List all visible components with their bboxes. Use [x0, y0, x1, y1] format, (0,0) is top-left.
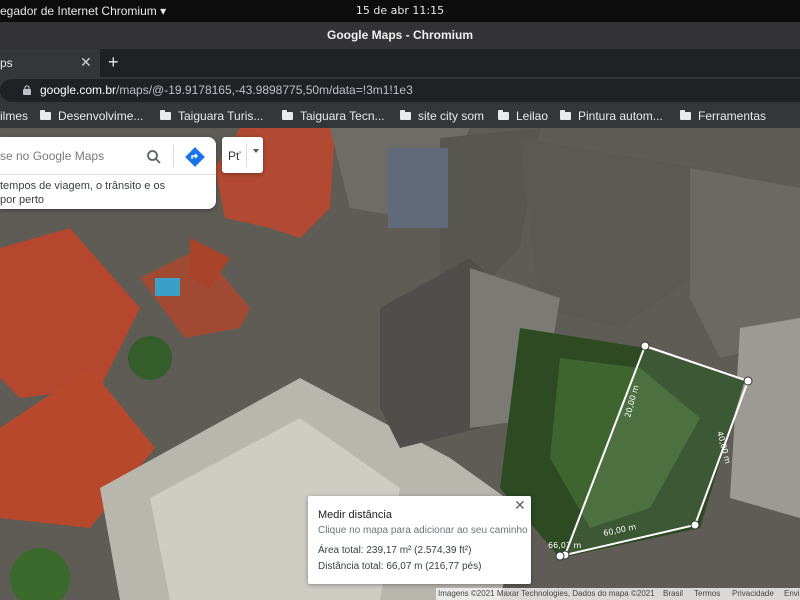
total-distance: Distância total: 66,07 m (216,77 pés) [318, 561, 482, 572]
tab-close-icon[interactable]: ✕ [80, 54, 92, 71]
divider [246, 143, 247, 167]
new-tab-button[interactable]: + [108, 52, 119, 73]
search-panel: se no Google Maps tempos de viagem, o tr… [0, 137, 216, 209]
bookmark-folder[interactable]: Taiguara Turis... [160, 109, 263, 123]
folder-icon [400, 110, 411, 120]
browser-toolbar: google.com.br/maps/@-19.9178165,-43.9898… [0, 77, 800, 104]
folder-icon [160, 110, 171, 120]
measure-distance-card: ✕ Medir distância Clique no mapa para ad… [308, 496, 531, 584]
distance-label: 66,07 m [548, 541, 581, 550]
os-clock[interactable]: 15 de abr 11:15 [0, 4, 800, 17]
pool [155, 278, 180, 296]
close-icon[interactable]: ✕ [514, 497, 526, 514]
tab-strip: ps ✕ + [0, 49, 800, 77]
language-button[interactable]: Pť [222, 137, 263, 173]
search-icon[interactable] [146, 149, 162, 165]
measure-point[interactable] [690, 520, 700, 530]
measure-point[interactable] [555, 551, 565, 561]
bookmark-folder[interactable]: Desenvolvime... [40, 109, 143, 123]
terms-link[interactable]: Termos [694, 589, 720, 598]
bookmark-folder[interactable]: Taiguara Tecn... [282, 109, 385, 123]
folder-icon [498, 110, 509, 120]
measure-point[interactable] [743, 376, 753, 386]
chevron-down-icon[interactable] [253, 149, 259, 153]
divider [173, 145, 174, 167]
measure-title: Medir distância [318, 509, 392, 521]
bookmark-folder[interactable]: site city som [400, 109, 484, 123]
search-hint: tempos de viagem, o trânsito e os por pe… [0, 180, 166, 206]
url-host: google.com.br [40, 83, 117, 97]
divider [0, 174, 216, 175]
address-bar[interactable]: google.com.br/maps/@-19.9178165,-43.9898… [0, 79, 800, 102]
search-input[interactable]: se no Google Maps [0, 149, 104, 163]
imagery-attribution: Imagens ©2021 Maxar Technologies, Dados … [438, 589, 655, 598]
bookmark-folder[interactable]: Pintura autom... [560, 109, 663, 123]
language-label: Pť [228, 149, 241, 163]
feedback-link[interactable]: Envi [784, 589, 800, 598]
measure-point[interactable] [640, 341, 650, 351]
building [730, 318, 800, 518]
privacy-link[interactable]: Privacidade [732, 589, 774, 598]
solar-panel [388, 148, 448, 228]
bookmark-folder[interactable]: Leilao [498, 109, 548, 123]
bookmarks-bar: ilmes Desenvolvime... Taiguara Turis... … [0, 104, 800, 128]
lock-icon [23, 85, 31, 95]
tab-google-maps[interactable]: ps ✕ [0, 49, 100, 77]
map-footer: Imagens ©2021 Maxar Technologies, Dados … [436, 588, 800, 600]
bookmark-item[interactable]: ilmes [0, 109, 28, 123]
bookmark-folder[interactable]: Ferramentas [680, 109, 766, 123]
window-title: Google Maps - Chromium [0, 22, 800, 49]
country-link[interactable]: Brasil [663, 589, 683, 598]
url-path: /maps/@-19.9178165,-43.9898775,50m/data=… [116, 83, 413, 97]
folder-icon [282, 110, 293, 120]
vegetation [128, 336, 172, 380]
folder-icon [40, 110, 51, 120]
tab-title: ps [0, 56, 13, 70]
folder-icon [680, 110, 691, 120]
directions-icon[interactable] [185, 147, 205, 167]
url-text[interactable]: google.com.br/maps/@-19.9178165,-43.9898… [40, 83, 413, 97]
measure-hint: Clique no mapa para adicionar ao seu cam… [318, 525, 528, 536]
os-top-bar: egador de Internet Chromium ▾ 15 de abr … [0, 0, 800, 22]
folder-icon [560, 110, 571, 120]
total-area: Área total: 239,17 m² (2.574,39 ft²) [318, 545, 472, 556]
